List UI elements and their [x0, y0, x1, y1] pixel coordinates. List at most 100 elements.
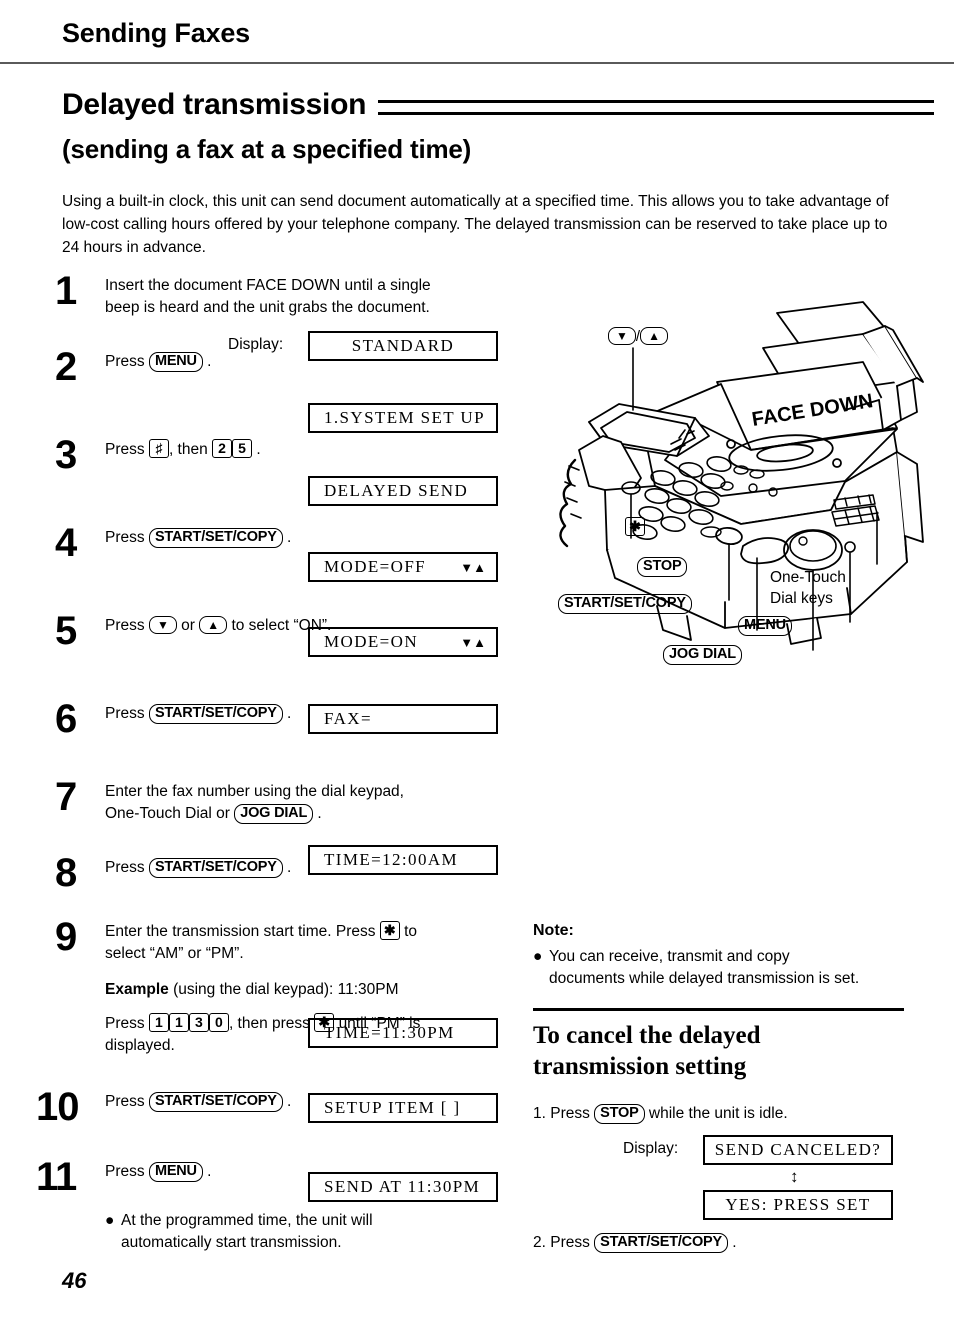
start-set-copy-button-token[interactable]: START/SET/COPY	[148, 528, 283, 548]
step-7: 7 Enter the fax number using the dial ke…	[0, 775, 520, 854]
step-number: 7	[55, 775, 77, 819]
start-set-copy-button-token[interactable]: START/SET/COPY	[148, 858, 283, 878]
callout-stop: STOP	[637, 557, 688, 577]
page-subtitle: (sending a fax at a specified time)	[62, 134, 472, 164]
cancel-step-1: 1. Press STOP while the unit is idle.	[533, 1103, 788, 1125]
press-mid: , then press	[228, 1015, 310, 1032]
start-set-copy-button-token[interactable]: START/SET/COPY	[558, 594, 692, 614]
cancel-section-heading: To cancel the delayed transmission setti…	[533, 1020, 913, 1082]
press-label: Press	[105, 529, 145, 546]
note-bullet-line2: documents while delayed transmission is …	[549, 970, 860, 987]
lcd-mode-on-text: MODE=ON	[324, 632, 418, 651]
callout-one-touch: One-Touch Dial keys	[770, 567, 846, 609]
step-number: 9	[55, 915, 77, 959]
press-label: Press	[105, 617, 145, 634]
stop-button-token[interactable]: STOP	[594, 1104, 645, 1124]
cancel-step-1-pre: 1. Press	[533, 1105, 590, 1122]
key-5-token[interactable]: 5	[232, 439, 253, 458]
lcd-standard: STANDARD	[308, 331, 498, 361]
press-label: Press	[105, 705, 145, 722]
step-number: 1	[55, 269, 77, 313]
page-number: 46	[62, 1268, 87, 1293]
cancel-step-2: 2. Press START/SET/COPY .	[533, 1233, 737, 1253]
key-1-token[interactable]: 1	[148, 1013, 169, 1032]
step-1-line1: Insert the document FACE DOWN until a si…	[105, 277, 431, 294]
final-bullet-line2: automatically start transmission.	[121, 1234, 342, 1251]
step-number: 2	[55, 345, 77, 389]
cancel-step-2-pre: 2. Press	[533, 1234, 590, 1251]
callout-arrows: ▼ / ▲	[608, 327, 668, 346]
step-text: Press START/SET/COPY .	[105, 528, 292, 548]
step-text: Press ♯, then 25 .	[105, 439, 261, 458]
lcd-delayed-send: DELAYED SEND	[308, 476, 498, 506]
key-1b-token[interactable]: 1	[168, 1013, 189, 1032]
cancel-display-label: Display:	[623, 1140, 679, 1157]
lcd-send-canceled: SEND CANCELED?	[703, 1135, 893, 1165]
step-number: 10	[36, 1085, 80, 1129]
press-label: Press	[105, 859, 145, 876]
bullet-dot-icon: ●	[533, 948, 543, 965]
step-number: 4	[55, 521, 77, 565]
callout-start-set-copy: START/SET/COPY	[558, 594, 692, 614]
start-set-copy-button-token[interactable]: START/SET/COPY	[148, 704, 283, 724]
step-1-line2: beep is heard and the unit grabs the doc…	[105, 299, 430, 316]
arrow-up-key-token[interactable]: ▲	[199, 616, 228, 634]
stop-button-token[interactable]: STOP	[637, 557, 688, 577]
step-number: 3	[55, 433, 77, 477]
arrow-down-key-token[interactable]: ▼	[148, 616, 177, 634]
step-9: 9 Enter the transmission start time. Pre…	[0, 915, 520, 1088]
lcd-arrows-icon: ▼▲	[460, 559, 486, 575]
callout-menu: MENU	[738, 616, 792, 636]
step-text: Insert the document FACE DOWN until a si…	[105, 272, 520, 319]
cancel-step-1-post: while the unit is idle.	[648, 1105, 788, 1122]
menu-button-token[interactable]: MENU	[148, 352, 203, 372]
arrow-up-key-token[interactable]: ▲	[640, 327, 668, 345]
note-bullet-line1: You can receive, transmit and copy	[549, 948, 790, 965]
cancel-heading-line1: To cancel the delayed	[533, 1022, 761, 1049]
step-text: Enter the fax number using the dial keyp…	[105, 783, 404, 824]
one-touch-line2: Dial keys	[770, 590, 833, 607]
star-key-token[interactable]: ✱	[625, 517, 645, 536]
callout-star: ✱	[625, 517, 645, 537]
lcd-yes-press-set: YES: PRESS SET	[703, 1190, 893, 1220]
note-bullet: ● You can receive, transmit and copy doc…	[533, 946, 913, 990]
lcd-mode-off: MODE=OFF ▼▲	[308, 552, 498, 582]
step-9-line1-post: to	[404, 923, 418, 940]
final-bullet: ● At the programmed time, the unit will …	[105, 1210, 445, 1254]
menu-button-token[interactable]: MENU	[148, 1162, 203, 1182]
step-number: 5	[55, 609, 77, 653]
or-label: or	[181, 617, 195, 634]
jog-dial-button-token[interactable]: JOG DIAL	[234, 804, 314, 824]
star-key-token[interactable]: ✱	[379, 921, 400, 940]
step-7-line1: Enter the fax number using the dial keyp…	[105, 783, 404, 800]
step-number: 11	[36, 1155, 77, 1199]
lcd-send-at: SEND AT 11:30PM	[308, 1172, 498, 1202]
step-7-line2: One-Touch Dial or	[105, 805, 230, 822]
lcd-system-setup: 1.SYSTEM SET UP	[308, 403, 498, 433]
press-label: Press	[105, 353, 145, 370]
key-0-token[interactable]: 0	[208, 1013, 229, 1032]
start-set-copy-button-token[interactable]: START/SET/COPY	[148, 1092, 283, 1112]
hash-key-token[interactable]: ♯	[148, 439, 169, 458]
lcd-mode-off-text: MODE=OFF	[324, 557, 427, 576]
then-label: , then	[168, 441, 208, 458]
key-3-token[interactable]: 3	[188, 1013, 209, 1032]
arrow-down-key-token[interactable]: ▼	[608, 327, 636, 345]
menu-button-token[interactable]: MENU	[738, 616, 792, 636]
lcd-mode-on: MODE=ON ▼▲	[308, 627, 498, 657]
section-divider	[533, 1008, 904, 1011]
display-label: Display:	[228, 336, 284, 353]
main-heading-row: Delayed transmission	[62, 88, 934, 122]
press-label: Press	[105, 1093, 145, 1110]
header-divider	[0, 62, 954, 64]
page-title: Delayed transmission	[62, 88, 367, 121]
step-number: 6	[55, 697, 77, 741]
start-set-copy-button-token[interactable]: START/SET/COPY	[594, 1233, 728, 1253]
lcd-arrows-icon: ▼▲	[460, 634, 486, 650]
lcd-fax-prompt: FAX=	[308, 704, 498, 734]
lcd-time-1130pm: TIME=11:30PM	[308, 1018, 498, 1048]
press-label: Press	[105, 1163, 145, 1180]
one-touch-line1: One-Touch	[770, 569, 846, 586]
key-2-token[interactable]: 2	[212, 439, 233, 458]
jog-dial-button-token[interactable]: JOG DIAL	[663, 645, 742, 665]
